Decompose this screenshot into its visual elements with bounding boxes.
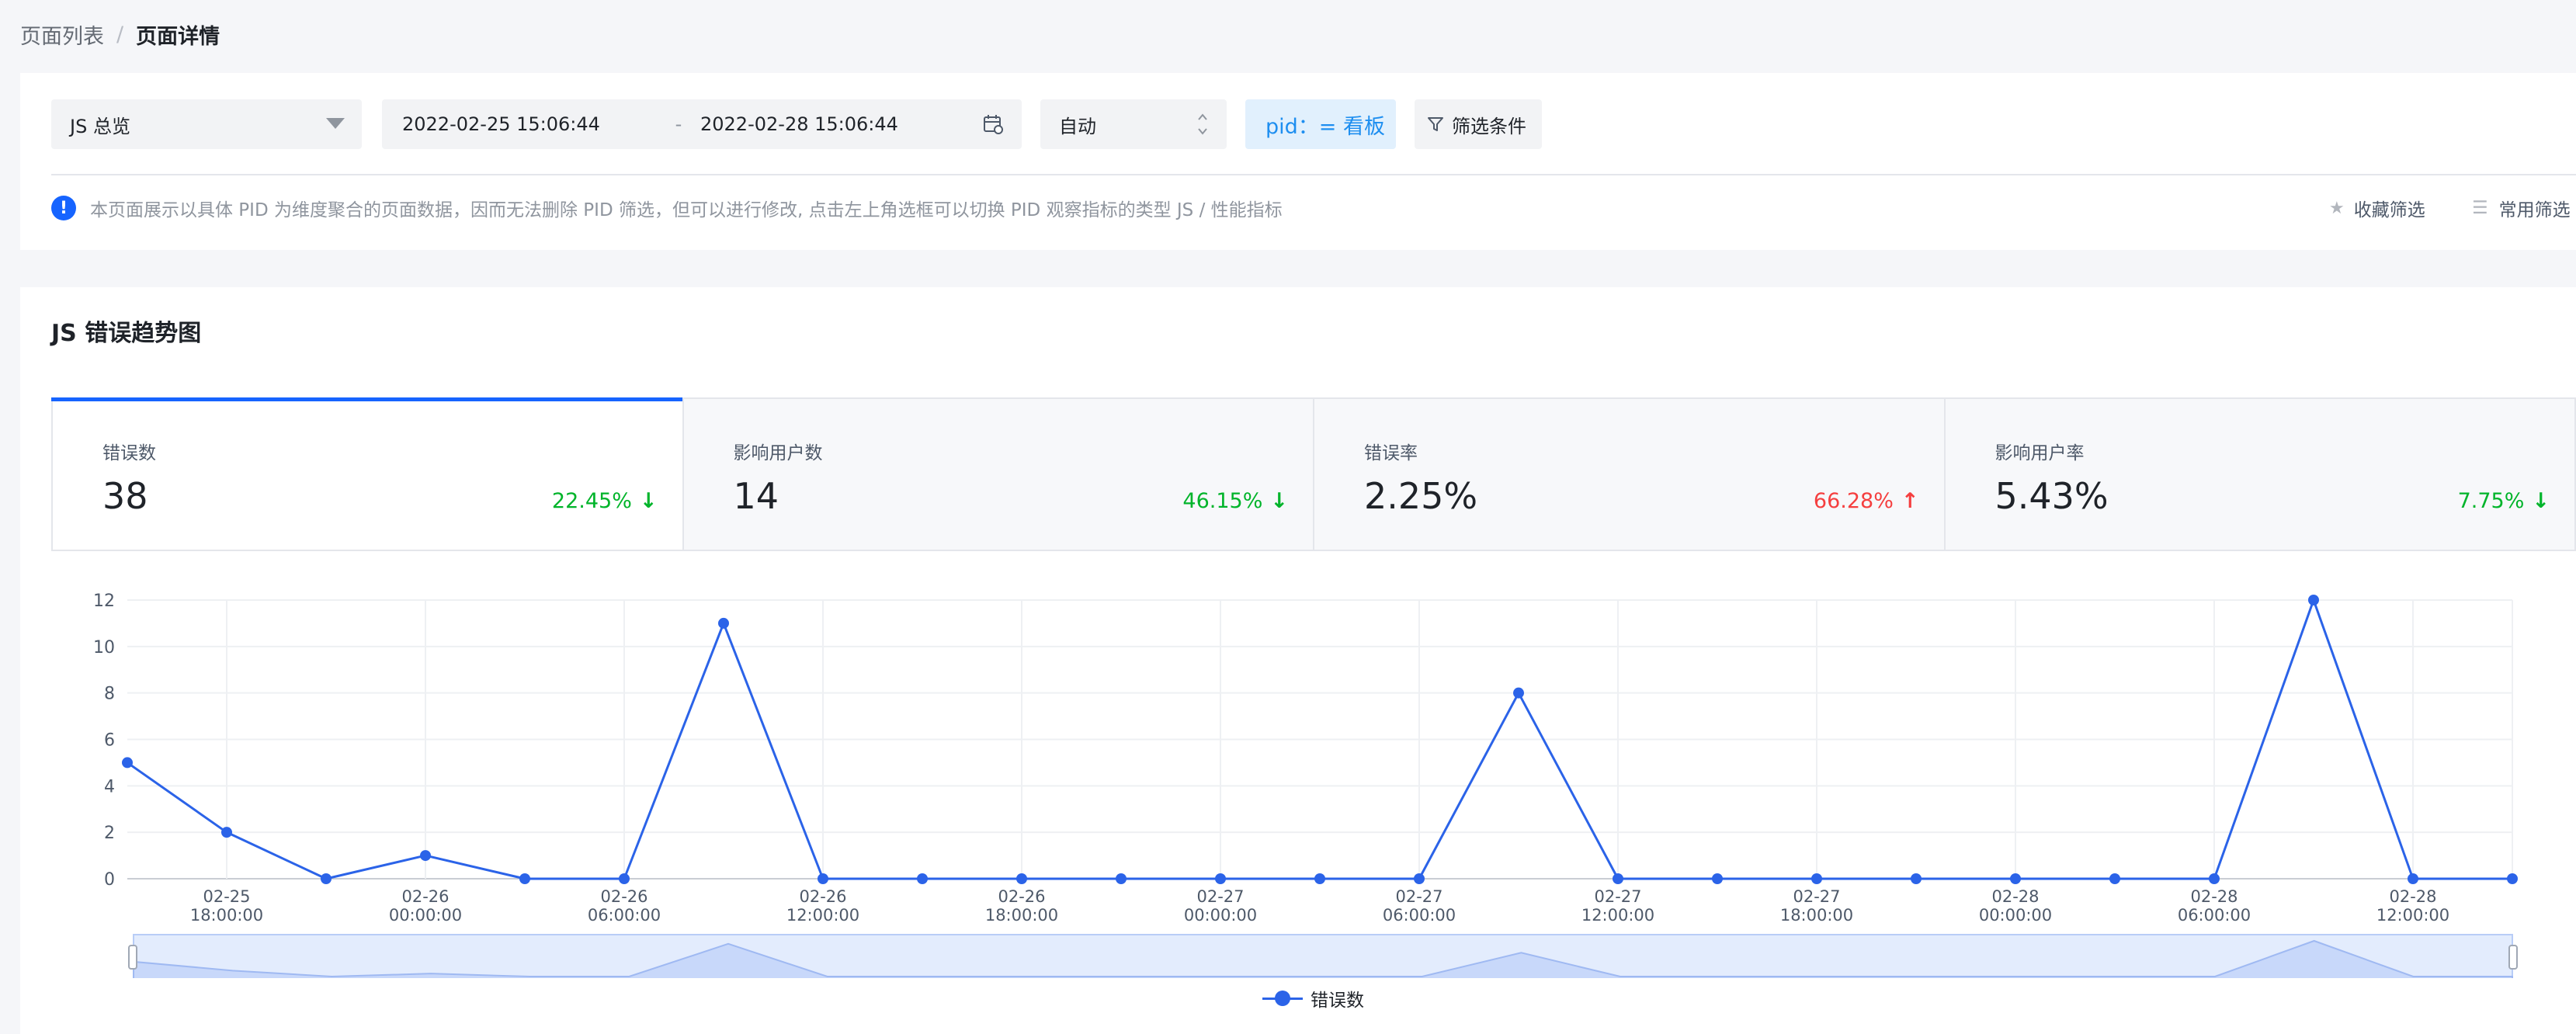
favorite-filter-label: 收藏筛选 — [2353, 200, 2425, 220]
date-start-input[interactable]: 2022-02-25 15:06:44 — [402, 113, 657, 135]
x-tick-date: 02-26 — [799, 887, 846, 906]
data-point — [420, 850, 431, 862]
x-tick-time: 00:00:00 — [1184, 906, 1257, 925]
data-point — [1613, 873, 1623, 884]
y-tick-label: 4 — [104, 777, 115, 796]
error-trend-chart: 02468101202-2518:00:0002-2600:00:0002-26… — [93, 592, 2518, 978]
date-end-input[interactable]: 2022-02-28 15:06:44 — [700, 113, 980, 135]
data-point — [1215, 873, 1226, 884]
data-point — [917, 873, 928, 884]
pid-notice: ! 本页面展示以具体 PID 为维度聚合的页面数据，因而无法删除 PID 筛选，… — [51, 193, 1283, 224]
chart-legend[interactable]: 错误数 — [1262, 983, 1364, 1014]
granularity-select[interactable]: 自动 — [1040, 99, 1227, 149]
common-filter-button[interactable]: ☰ 常用筛选 — [2472, 193, 2571, 224]
list-icon: ☰ — [2472, 198, 2488, 218]
y-tick-label: 6 — [104, 731, 115, 751]
breadcrumb: 页面列表 / 页面详情 — [20, 17, 220, 51]
caret-down-icon — [326, 118, 345, 129]
x-tick-time: 00:00:00 — [1979, 906, 2052, 925]
info-icon: ! — [51, 196, 76, 220]
filter-conditions-label: 筛选条件 — [1452, 115, 1526, 137]
date-range-picker[interactable]: 2022-02-25 15:06:44 - 2022-02-28 15:06:4… — [382, 99, 1022, 149]
data-point — [122, 757, 133, 769]
x-tick-time: 12:00:00 — [1581, 906, 1654, 925]
y-tick-label: 0 — [104, 870, 115, 890]
x-tick-date: 02-25 — [203, 887, 250, 906]
data-point — [321, 873, 332, 884]
y-tick-label: 12 — [93, 592, 115, 611]
x-tick-date: 02-27 — [1395, 887, 1442, 906]
x-tick-time: 12:00:00 — [786, 906, 859, 925]
x-tick-time: 12:00:00 — [2376, 906, 2449, 925]
data-point — [1414, 873, 1425, 884]
data-point — [2109, 873, 2120, 884]
data-point — [619, 873, 630, 884]
breadcrumb-page-detail: 页面详情 — [136, 24, 220, 49]
data-point — [1016, 873, 1027, 884]
data-point — [818, 873, 828, 884]
y-tick-label: 2 — [104, 824, 115, 843]
data-point — [2308, 595, 2319, 605]
data-point — [2408, 873, 2418, 884]
x-tick-date: 02-27 — [1196, 887, 1244, 906]
data-point — [1314, 873, 1325, 884]
view-type-select-value: JS 总览 — [70, 115, 130, 137]
zoom-handle-left — [128, 945, 137, 970]
sort-updown-icon — [1198, 113, 1207, 135]
legend-line-marker — [1262, 991, 1303, 1006]
y-tick-label: 8 — [104, 685, 115, 704]
filter-panel: JS 总览 2022-02-25 15:06:44 - 2022-02-28 1… — [20, 73, 2576, 250]
js-error-trend-card: JS 错误趋势图 错误数 38 22.45% ↓ 影响用户数 14 46.15%… — [20, 287, 2576, 1034]
x-tick-time: 06:00:00 — [1383, 906, 1456, 925]
x-tick-time: 18:00:00 — [1780, 906, 1853, 925]
x-tick-date: 02-27 — [1594, 887, 1641, 906]
x-tick-time: 18:00:00 — [985, 906, 1058, 925]
data-point — [1513, 687, 1524, 699]
y-tick-label: 10 — [93, 638, 115, 658]
data-point — [718, 617, 729, 629]
x-tick-date: 02-26 — [401, 887, 449, 906]
breadcrumb-page-list[interactable]: 页面列表 — [20, 19, 104, 50]
pid-filter-tag[interactable]: pid：= 看板 — [1245, 99, 1396, 149]
x-tick-date: 02-28 — [2190, 887, 2238, 906]
pid-notice-text: 本页面展示以具体 PID 为维度聚合的页面数据，因而无法删除 PID 筛选，但可… — [90, 200, 1283, 220]
x-tick-time: 18:00:00 — [190, 906, 263, 925]
x-tick-date: 02-27 — [1793, 887, 1840, 906]
calendar-icon[interactable] — [983, 114, 1003, 134]
data-point — [1712, 873, 1723, 884]
zoom-handle-right — [2508, 945, 2518, 970]
zoom-slider-track — [133, 934, 2513, 978]
granularity-select-value: 自动 — [1059, 115, 1096, 137]
legend-label: 错误数 — [1311, 991, 1364, 1011]
filter-conditions-button[interactable]: 筛选条件 — [1415, 99, 1542, 149]
filter-divider — [51, 174, 2576, 175]
data-point — [2507, 873, 2518, 884]
x-tick-time: 00:00:00 — [389, 906, 462, 925]
data-point — [1911, 873, 1922, 884]
data-point — [221, 827, 232, 838]
date-range-separator: - — [675, 113, 682, 135]
x-tick-time: 06:00:00 — [588, 906, 661, 925]
x-tick-date: 02-26 — [600, 887, 647, 906]
view-type-select[interactable]: JS 总览 — [51, 99, 362, 149]
x-tick-date: 02-26 — [998, 887, 1045, 906]
data-point — [1811, 873, 1822, 884]
data-point — [2209, 873, 2220, 884]
data-point — [1116, 873, 1127, 884]
x-tick-date: 02-28 — [1991, 887, 2039, 906]
breadcrumb-separator: / — [116, 22, 124, 47]
data-point — [519, 873, 530, 884]
common-filter-label: 常用筛选 — [2498, 200, 2571, 220]
filter-icon — [1428, 117, 1443, 131]
data-point — [2010, 873, 2021, 884]
x-tick-time: 06:00:00 — [2178, 906, 2251, 925]
x-tick-date: 02-28 — [2389, 887, 2436, 906]
star-icon: ★ — [2329, 198, 2345, 218]
favorite-filter-button[interactable]: ★ 收藏筛选 — [2329, 193, 2425, 224]
